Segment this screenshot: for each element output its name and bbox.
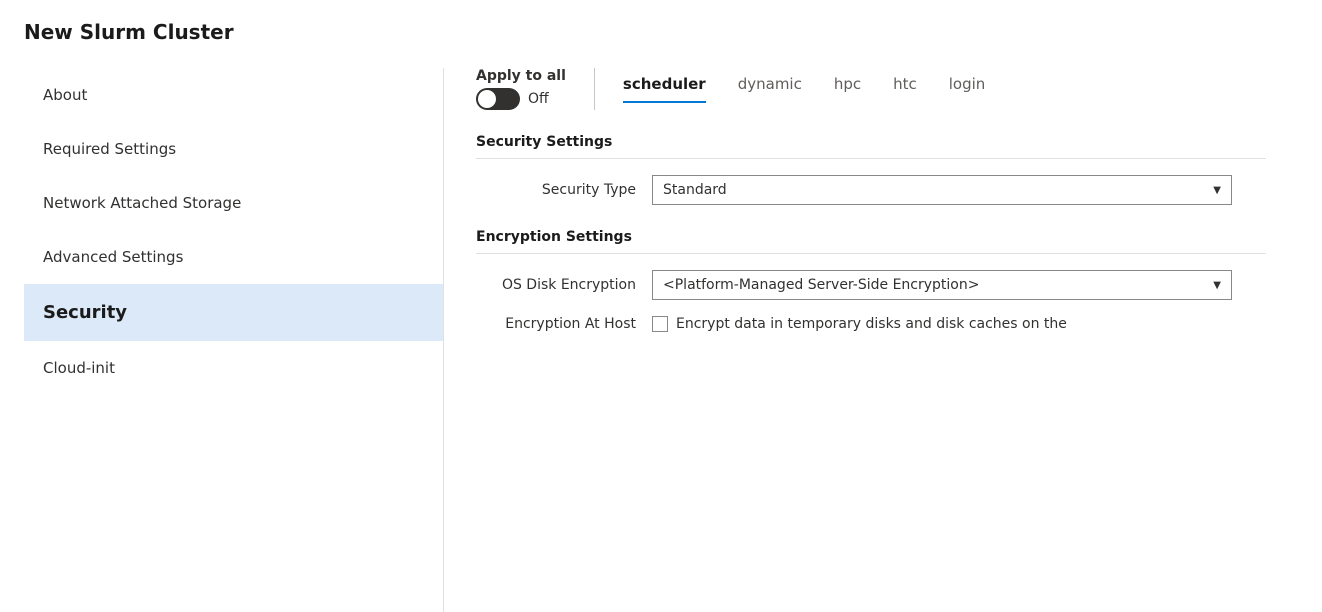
apply-to-all-section: Apply to all Off <box>476 68 595 110</box>
sidebar-item-network-attached-storage[interactable]: Network Attached Storage <box>24 176 443 230</box>
encryption-at-host-checkbox[interactable] <box>652 316 668 332</box>
tab-htc[interactable]: htc <box>893 75 917 103</box>
top-controls: Apply to all Off scheduler dynamic <box>476 68 1266 110</box>
encryption-at-host-checkbox-row: Encrypt data in temporary disks and disk… <box>652 316 1067 332</box>
encryption-settings-header: Encryption Settings <box>476 229 1266 254</box>
security-type-value: Standard <box>663 182 727 198</box>
page-container: New Slurm Cluster About Required Setting… <box>0 0 1322 612</box>
toggle-thumb <box>478 90 496 108</box>
encryption-at-host-text: Encrypt data in temporary disks and disk… <box>676 316 1067 332</box>
sidebar-item-about[interactable]: About <box>24 68 443 122</box>
page-title: New Slurm Cluster <box>24 20 1298 44</box>
os-disk-label: OS Disk Encryption <box>476 277 636 293</box>
tab-hpc[interactable]: hpc <box>834 75 861 103</box>
encryption-at-host-row: Encryption At Host Encrypt data in tempo… <box>476 316 1266 332</box>
apply-to-all-label: Apply to all <box>476 68 566 84</box>
tab-login[interactable]: login <box>949 75 986 103</box>
os-disk-arrow-icon: ▼ <box>1213 280 1221 291</box>
os-disk-value: <Platform-Managed Server-Side Encryption… <box>663 277 979 293</box>
tab-dynamic[interactable]: dynamic <box>738 75 802 103</box>
security-type-label: Security Type <box>476 182 636 198</box>
tab-scheduler[interactable]: scheduler <box>623 75 706 103</box>
sidebar-item-security[interactable]: Security <box>24 284 443 341</box>
security-type-arrow-icon: ▼ <box>1213 185 1221 196</box>
security-type-dropdown[interactable]: Standard ▼ <box>652 175 1232 205</box>
os-disk-encryption-row: OS Disk Encryption <Platform-Managed Ser… <box>476 270 1266 300</box>
encryption-settings-section: Encryption Settings OS Disk Encryption <… <box>476 229 1266 332</box>
sidebar-item-advanced-settings[interactable]: Advanced Settings <box>24 230 443 284</box>
security-settings-header: Security Settings <box>476 134 1266 159</box>
encryption-at-host-label: Encryption At Host <box>476 316 636 332</box>
sidebar-item-required-settings[interactable]: Required Settings <box>24 122 443 176</box>
security-settings-section: Security Settings Security Type Standard… <box>476 134 1266 205</box>
toggle-off-label: Off <box>528 91 549 107</box>
security-type-row: Security Type Standard ▼ <box>476 175 1266 205</box>
sidebar: About Required Settings Network Attached… <box>24 68 444 612</box>
tabs-row: scheduler dynamic hpc htc login <box>623 75 985 103</box>
toggle-row: Off <box>476 88 566 110</box>
sidebar-item-cloud-init[interactable]: Cloud-init <box>24 341 443 395</box>
main-layout: About Required Settings Network Attached… <box>24 68 1298 612</box>
os-disk-dropdown[interactable]: <Platform-Managed Server-Side Encryption… <box>652 270 1232 300</box>
apply-to-all-toggle[interactable] <box>476 88 520 110</box>
main-content: Apply to all Off scheduler dynamic <box>444 68 1298 612</box>
